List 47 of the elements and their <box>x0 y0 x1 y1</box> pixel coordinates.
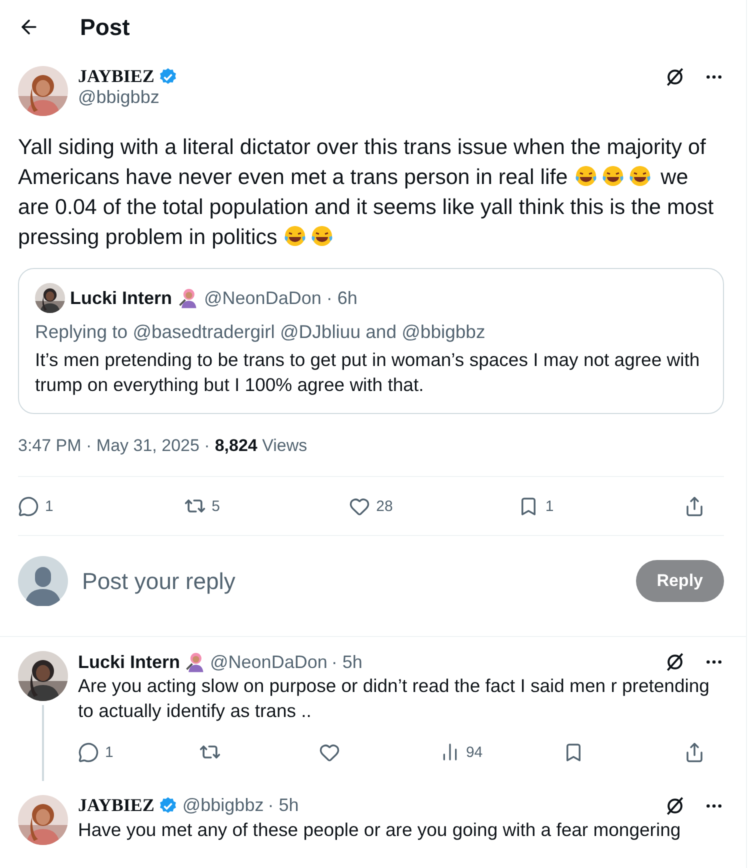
laughing-emoji-icon <box>574 164 598 188</box>
action-count: 94 <box>466 744 483 760</box>
laughing-emoji-icon <box>310 224 334 248</box>
heart-icon <box>319 742 340 762</box>
reply-icon <box>78 742 99 762</box>
post-timestamp[interactable]: 3:47 PM · May 31, 2025 · <box>18 436 210 456</box>
bookmark-action[interactable]: 1 <box>518 496 558 516</box>
quoted-author-name: Lucki Intern <box>70 288 172 308</box>
laughing-emoji-icon <box>283 224 308 248</box>
reply-author-name[interactable]: Lucki Intern <box>78 652 180 672</box>
reply-time[interactable]: · 5h <box>331 652 362 672</box>
reply-text: Are you acting slow on purpose or didn’t read the fact I said men r pretending to actually identify as trans .. <box>78 674 710 723</box>
page-title: Post <box>80 14 130 40</box>
quoted-author-handle: @NeonDaDon <box>204 288 322 308</box>
quoted-post-text: It’s men pretending to be trans to get put in woman’s spaces I may not agree with trump on everything but I 100% agree with that. <box>35 348 701 397</box>
action-count: 1 <box>105 744 114 760</box>
laughing-emoji-icon <box>600 164 625 188</box>
laughing-emoji-icon <box>628 164 652 188</box>
quoted-post[interactable] <box>18 268 724 414</box>
quoted-post-time: · 6h <box>326 288 358 308</box>
reply-author-handle[interactable]: @bbigbbz <box>182 795 264 816</box>
heart-icon <box>349 496 370 516</box>
slashed-circle-icon[interactable] <box>664 651 686 673</box>
views-count: 8,824 Views <box>214 436 308 456</box>
reply-text: Have you met any of these people or are you going with a fear mongering <box>78 818 682 842</box>
post-text: Yall siding with a literal dictator over this trans issue when the majority of Americans have never even met a trans person in real life we are 0.04 of the total population and it seems like yall think this is the most pressing problem in politics <box>18 134 715 251</box>
like-action[interactable]: 28 <box>349 496 393 516</box>
share-icon <box>684 496 705 516</box>
author-handle[interactable]: @bbigbbz <box>78 87 654 108</box>
slashed-circle-icon[interactable] <box>664 66 686 88</box>
reply-author-name[interactable]: JAYBIEZ <box>78 795 154 816</box>
reply-action[interactable]: 1 <box>78 742 118 762</box>
reply-icon <box>18 496 39 516</box>
author-name[interactable]: JAYBIEZ <box>78 66 154 87</box>
replying-to-text: Replying to @basedtradergirl @DJbliuu and @bbigbbz <box>35 321 486 343</box>
default-avatar-icon <box>18 556 68 606</box>
reply-time[interactable]: · 5h <box>268 795 299 816</box>
slashed-circle-icon[interactable] <box>664 795 686 817</box>
reply-author-handle[interactable]: @NeonDaDon <box>210 652 328 672</box>
action-count: 5 <box>212 498 220 514</box>
action-count: 28 <box>376 498 393 514</box>
share-icon <box>684 742 705 762</box>
action-count: 1 <box>45 498 54 514</box>
views-action[interactable]: 94 <box>440 742 483 762</box>
repost-action[interactable]: 5 <box>184 495 224 517</box>
reply-action[interactable]: 1 <box>18 496 58 516</box>
action-count: 1 <box>545 498 554 514</box>
